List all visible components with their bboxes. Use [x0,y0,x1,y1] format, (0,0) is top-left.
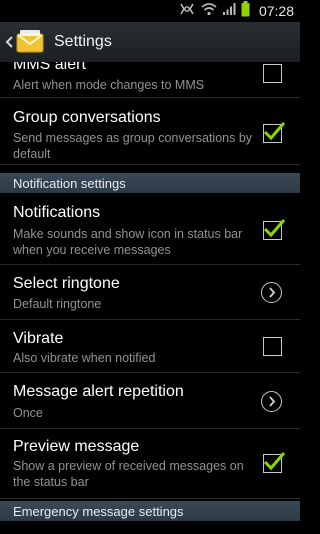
notifications-checkbox[interactable] [263,219,286,240]
chevron-right-icon[interactable] [261,391,282,412]
item-title: MMS alert [13,62,86,73]
item-title: Vibrate [13,330,64,347]
preview-message-item[interactable]: Preview message Show a preview of receiv… [0,429,300,499]
item-title: Select ringtone [13,275,120,292]
vibrate-item[interactable]: Vibrate Also vibrate when notified [0,320,300,373]
back-chevron-icon[interactable] [2,22,16,62]
nfc-icon [178,2,196,21]
section-title: Emergency message settings [13,503,184,519]
item-title: Group conversations [13,109,161,126]
item-summary: Default ringtone [13,297,102,311]
group-conversations-checkbox[interactable] [263,122,286,143]
signal-icon [222,2,236,21]
vibrate-checkbox[interactable] [263,337,282,356]
message-alert-repetition-item[interactable]: Message alert repetition Once [0,373,300,429]
checkmark-icon [263,219,286,238]
item-summary: Once [13,406,43,420]
action-bar: Settings [0,22,300,62]
item-summary: Alert when mode changes to MMS [13,78,205,92]
page-title: Settings [54,33,112,50]
mms-alert-checkbox[interactable] [263,64,282,83]
checkmark-icon [263,452,286,471]
checkmark-icon [263,122,286,141]
select-ringtone-item[interactable]: Select ringtone Default ringtone [0,265,300,320]
mms-alert-item[interactable]: MMS alert Alert when mode changes to MMS [0,62,300,98]
item-title: Message alert repetition [13,383,184,400]
group-conversations-item[interactable]: Group conversations Send messages as gro… [0,99,300,165]
section-header-emergency-message-settings: Emergency message settings [0,501,300,521]
item-title: Notifications [13,204,101,221]
status-time: 07:28 [258,3,294,19]
settings-list[interactable]: MMS alert Alert when mode changes to MMS… [0,62,300,534]
section-title: Notification settings [13,175,126,191]
messaging-app-icon[interactable] [16,28,44,56]
notifications-item[interactable]: Notifications Make sounds and show icon … [0,193,300,265]
preview-message-checkbox[interactable] [263,452,286,473]
section-header-notification-settings: Notification settings [0,173,300,193]
item-summary: Make sounds and show icon in status bar … [13,227,243,257]
item-summary: Show a preview of received messages on t… [13,459,244,489]
chevron-right-icon[interactable] [261,282,282,303]
item-summary: Also vibrate when notified [13,351,156,365]
item-title: Preview message [13,438,140,455]
wifi-icon [201,2,217,21]
status-bar: 07:28 [0,0,300,22]
item-summary: Send messages as group conversations by … [13,131,253,161]
battery-icon [241,0,250,22]
